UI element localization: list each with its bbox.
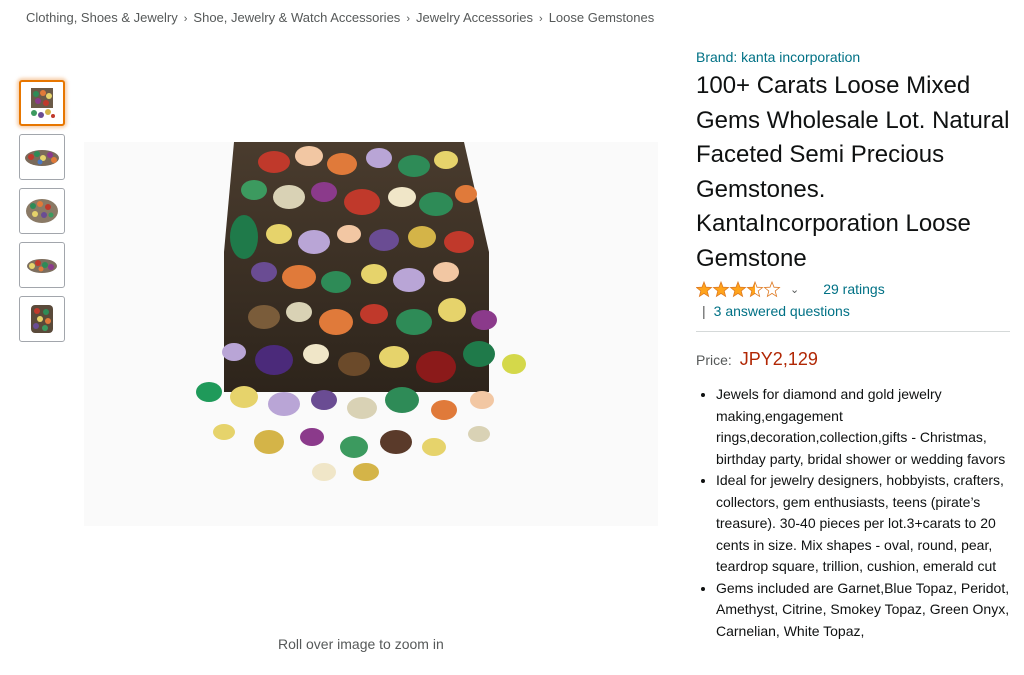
brand-link[interactable]: Brand: kanta incorporation xyxy=(696,47,1014,67)
thumbnail-3[interactable] xyxy=(19,188,65,234)
feature-bullets: Jewels for diamond and gold jewelry maki… xyxy=(696,384,1014,642)
gemstone-spread-thumbnail-image xyxy=(27,259,57,273)
gemstone-jar-thumbnail-image xyxy=(31,305,53,333)
product-title: 100+ Carats Loose Mixed Gems Wholesale L… xyxy=(696,72,1010,272)
thumbnail-1[interactable] xyxy=(19,80,65,126)
thumbnail-strip xyxy=(19,80,65,350)
star-rating-icon xyxy=(696,281,780,297)
answered-questions-row: | 3 answered questions xyxy=(696,301,1014,321)
product-details: Brand: kanta incorporation 100+ Carats L… xyxy=(696,47,1014,642)
price-row: Price: JPY2,129 xyxy=(696,349,1014,370)
breadcrumb-clothing-shoes-jewelry[interactable]: Clothing, Shoes & Jewelry xyxy=(26,10,178,25)
star-rating[interactable]: ⌄ xyxy=(696,280,799,298)
chevron-down-icon[interactable]: ⌄ xyxy=(790,283,799,296)
gemstone-heap-thumbnail-image xyxy=(26,199,58,223)
breadcrumb: Clothing, Shoes & Jewelry › Shoe, Jewelry … xyxy=(26,10,654,25)
feature-bullet: Gems included are Garnet,Blue Topaz, Per… xyxy=(716,578,1014,643)
pipe-separator: | xyxy=(702,303,706,319)
feature-bullet: Ideal for jewelry designers, hobbyists, … xyxy=(716,470,1014,578)
thumbnail-2[interactable] xyxy=(19,134,65,180)
rating-row: ⌄ 29 ratings xyxy=(696,278,1014,300)
gemstone-pile-image xyxy=(196,142,526,481)
zoom-hint: Roll over image to zoom in xyxy=(278,636,444,652)
breadcrumb-accessories[interactable]: Shoe, Jewelry & Watch Accessories xyxy=(193,10,400,25)
divider xyxy=(696,331,1010,332)
price-label: Price: xyxy=(696,352,732,368)
thumbnail-5[interactable] xyxy=(19,296,65,342)
breadcrumb-separator: › xyxy=(406,13,410,25)
breadcrumb-separator: › xyxy=(183,13,188,25)
ratings-count-link[interactable]: 29 ratings xyxy=(823,281,884,297)
breadcrumb-jewelry-accessories[interactable]: Jewelry Accessories xyxy=(416,10,533,25)
feature-bullet: Jewels for diamond and gold jewelry maki… xyxy=(716,384,1014,470)
breadcrumb-separator: › xyxy=(539,13,543,25)
answered-questions-link[interactable]: 3 answered questions xyxy=(714,303,850,319)
price-value: JPY2,129 xyxy=(739,349,818,369)
main-product-image[interactable] xyxy=(84,142,658,526)
breadcrumb-loose-gemstones[interactable]: Loose Gemstones xyxy=(549,10,655,25)
thumbnail-4[interactable] xyxy=(19,242,65,288)
gemstone-pile-thumbnail-image xyxy=(25,150,59,166)
gemstone-box-thumbnail-image xyxy=(31,88,55,118)
